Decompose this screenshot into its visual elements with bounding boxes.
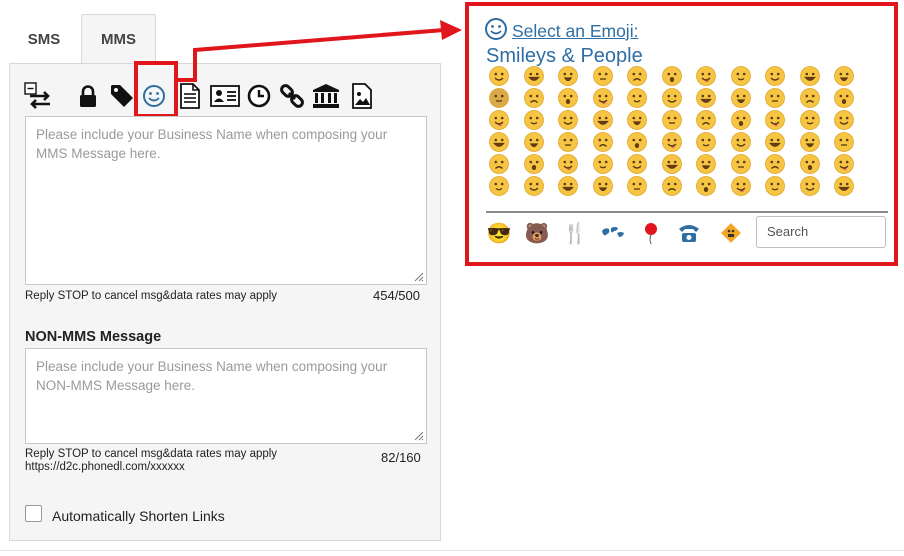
emoji-face-icon[interactable] (730, 87, 752, 109)
emoji-face-icon[interactable] (626, 87, 648, 109)
travel-places-icon[interactable] (600, 220, 626, 246)
emoji-face-icon[interactable] (661, 87, 683, 109)
emoji-face-icon[interactable] (488, 109, 510, 131)
activities-icon[interactable] (638, 220, 664, 246)
emoji-face-icon[interactable] (557, 109, 579, 131)
smiley-icon (485, 18, 507, 40)
animals-nature-icon[interactable]: 🐻 (524, 220, 550, 246)
emoji-face-icon[interactable] (695, 109, 717, 131)
smileys-people-icon[interactable]: 😎 (486, 220, 512, 246)
emoji-face-icon[interactable] (592, 175, 614, 197)
emoji-face-icon[interactable] (833, 175, 855, 197)
emoji-face-icon[interactable] (730, 65, 752, 87)
emoji-face-icon[interactable] (661, 175, 683, 197)
emoji-face-icon[interactable] (626, 109, 648, 131)
emoji-face-icon[interactable] (764, 131, 786, 153)
divider (486, 211, 888, 213)
food-drink-icon[interactable]: 🍴 (562, 220, 588, 246)
emoji-face-icon[interactable] (764, 87, 786, 109)
emoji-picker-popup: Select an Emoji: Smileys & People 😎 🐻 🍴 … (465, 2, 898, 266)
emoji-face-icon[interactable] (523, 131, 545, 153)
emoji-face-icon[interactable] (799, 87, 821, 109)
emoji-face-icon[interactable] (764, 109, 786, 131)
emoji-face-icon[interactable] (833, 153, 855, 175)
emoji-face-icon[interactable] (833, 87, 855, 109)
objects-icon[interactable] (676, 220, 702, 246)
emoji-face-icon[interactable] (488, 153, 510, 175)
emoji-face-icon[interactable] (799, 65, 821, 87)
emoji-face-icon[interactable] (557, 65, 579, 87)
emoji-face-icon[interactable] (799, 175, 821, 197)
emoji-face-icon[interactable] (661, 65, 683, 87)
emoji-face-icon[interactable] (695, 87, 717, 109)
emoji-face-icon[interactable] (523, 153, 545, 175)
emoji-face-icon[interactable] (626, 175, 648, 197)
emoji-search-input[interactable]: Search (756, 216, 886, 248)
emoji-face-icon[interactable] (592, 131, 614, 153)
emoji-face-icon[interactable] (695, 65, 717, 87)
symbols-icon[interactable] (718, 220, 744, 246)
emoji-face-icon[interactable] (833, 65, 855, 87)
emoji-face-icon[interactable] (833, 131, 855, 153)
emoji-face-icon[interactable] (695, 153, 717, 175)
emoji-face-icon[interactable] (764, 153, 786, 175)
emoji-face-icon[interactable] (661, 109, 683, 131)
emoji-face-icon[interactable] (557, 153, 579, 175)
emoji-face-icon[interactable] (523, 109, 545, 131)
emoji-face-icon[interactable] (488, 87, 510, 109)
emoji-face-icon[interactable] (799, 109, 821, 131)
emoji-face-icon[interactable] (799, 131, 821, 153)
emoji-face-icon[interactable] (557, 131, 579, 153)
emoji-face-icon[interactable] (833, 109, 855, 131)
emoji-face-icon[interactable] (592, 109, 614, 131)
emoji-face-icon[interactable] (764, 65, 786, 87)
emoji-face-icon[interactable] (626, 65, 648, 87)
emoji-face-icon[interactable] (523, 65, 545, 87)
emoji-face-icon[interactable] (730, 131, 752, 153)
emoji-face-icon[interactable] (730, 175, 752, 197)
emoji-face-icon[interactable] (695, 131, 717, 153)
emoji-face-icon[interactable] (799, 153, 821, 175)
emoji-picker-title[interactable]: Select an Emoji: (512, 21, 638, 42)
emoji-face-icon[interactable] (557, 87, 579, 109)
emoji-face-icon[interactable] (592, 153, 614, 175)
emoji-face-icon[interactable] (592, 65, 614, 87)
emoji-face-icon[interactable] (661, 131, 683, 153)
emoji-face-icon[interactable] (488, 131, 510, 153)
emoji-face-icon[interactable] (730, 153, 752, 175)
emoji-face-icon[interactable] (557, 175, 579, 197)
emoji-face-icon[interactable] (661, 153, 683, 175)
emoji-face-icon[interactable] (523, 175, 545, 197)
emoji-face-icon[interactable] (695, 175, 717, 197)
emoji-face-icon[interactable] (626, 131, 648, 153)
emoji-face-icon[interactable] (764, 175, 786, 197)
emoji-face-icon[interactable] (488, 175, 510, 197)
emoji-face-icon[interactable] (592, 87, 614, 109)
emoji-face-icon[interactable] (626, 153, 648, 175)
emoji-face-icon[interactable] (730, 109, 752, 131)
emoji-face-icon[interactable] (523, 87, 545, 109)
emoji-face-icon[interactable] (488, 65, 510, 87)
